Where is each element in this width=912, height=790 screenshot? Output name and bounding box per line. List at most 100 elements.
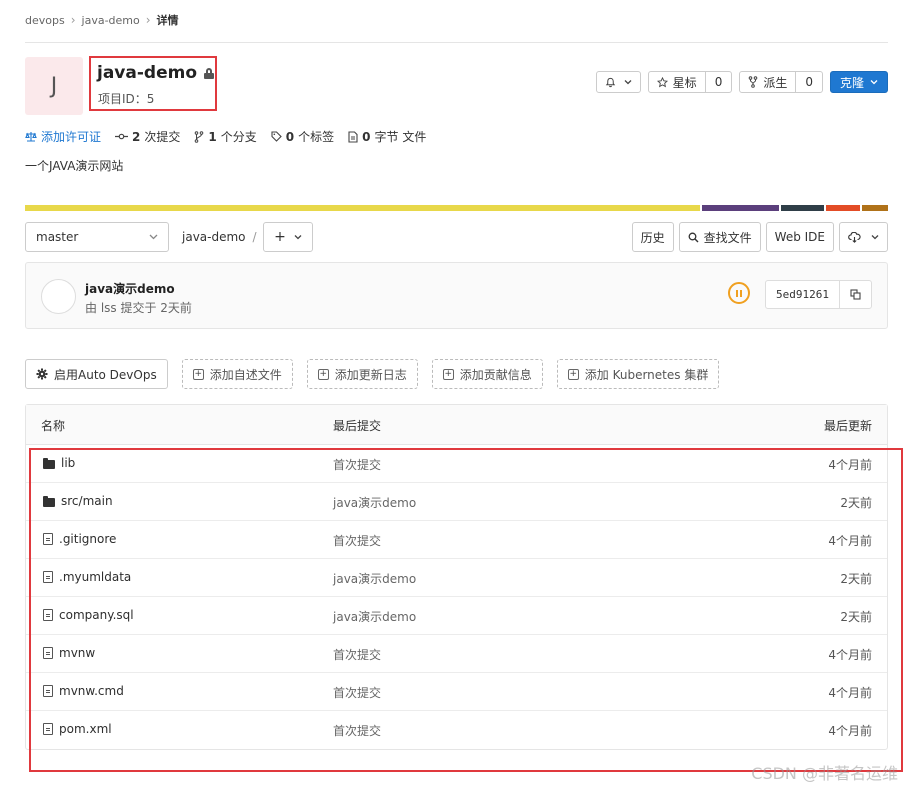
last-commit-panel: java演示demo 由 lss 提交于 2天前 5ed91261 — [25, 262, 888, 329]
file-icon — [348, 130, 358, 143]
plus-square-icon: + — [317, 368, 329, 380]
add-kubernetes-label: 添加 Kubernetes 集群 — [584, 367, 709, 382]
table-header: 名称 最后提交 最后更新 — [26, 405, 887, 445]
clone-label: 克隆 — [839, 75, 864, 90]
commit-message[interactable]: java演示demo — [85, 280, 175, 297]
project-description: 一个JAVA演示网站 — [25, 159, 124, 173]
repo-path: java-demo / — [182, 222, 264, 252]
commits-link[interactable]: 2 次提交 — [115, 128, 180, 145]
path-separator: / — [252, 230, 257, 244]
add-changelog-button[interactable]: + 添加更新日志 — [306, 359, 418, 389]
breadcrumb-group[interactable]: devops — [25, 14, 65, 27]
search-icon — [688, 232, 699, 242]
notification-dropdown[interactable] — [595, 71, 641, 93]
copy-icon — [850, 289, 861, 300]
chevron-down-icon — [294, 235, 302, 240]
repository-language-bar[interactable] — [25, 205, 889, 211]
chevron-down-icon — [149, 234, 158, 240]
watermark: CSDN @非著名运维 — [751, 764, 898, 783]
column-header-name: 名称 — [41, 419, 66, 433]
language-segment[interactable] — [862, 205, 889, 211]
breadcrumb-project[interactable]: java-demo — [82, 14, 140, 27]
header-divider — [25, 42, 888, 43]
column-header-last-update: 最后更新 — [823, 419, 872, 433]
toolbar-actions: 历史 查找文件 Web IDE — [631, 222, 888, 252]
project-stats: 添加许可证 2 次提交 1 个分支 0 个标签 0 字节 文件 — [25, 128, 426, 145]
history-button[interactable]: 历史 — [631, 222, 674, 252]
add-contributing-button[interactable]: + 添加贡献信息 — [431, 359, 543, 389]
plus-square-icon: + — [567, 368, 579, 380]
language-segment[interactable] — [826, 205, 861, 211]
tag-icon — [271, 131, 282, 142]
branch-icon — [195, 130, 204, 143]
language-segment[interactable] — [781, 205, 825, 211]
find-file-button[interactable]: 查找文件 — [678, 222, 761, 252]
plus-icon: + — [274, 229, 286, 245]
project-name: java-demo — [97, 63, 197, 83]
fork-button[interactable]: 派生 0 — [739, 71, 823, 93]
fork-label: 派生 — [763, 75, 788, 90]
chevron-down-icon — [871, 235, 879, 240]
add-changelog-label: 添加更新日志 — [334, 367, 407, 382]
star-icon — [656, 76, 668, 87]
breadcrumb: devops › java-demo › 详情 — [25, 12, 179, 28]
project-shortcuts: 启用Auto DevOps + 添加自述文件 + 添加更新日志 + 添加贡献信息… — [25, 359, 720, 389]
add-contributing-label: 添加贡献信息 — [459, 367, 532, 382]
project-id-value: 5 — [146, 92, 155, 106]
path-root-link[interactable]: java-demo — [182, 230, 246, 244]
commit-sha[interactable]: 5ed91261 — [765, 280, 840, 309]
tags-label: 个标签 — [298, 130, 335, 144]
commit-author-info: 由 lss 提交于 2天前 — [85, 301, 192, 315]
fork-icon — [749, 76, 758, 88]
tags-count: 0 — [285, 129, 295, 144]
pipeline-paused-icon[interactable] — [728, 282, 750, 304]
project-id-label: 项目ID： — [98, 92, 147, 106]
chevron-down-icon — [624, 80, 632, 85]
lock-icon — [204, 67, 214, 79]
clone-button[interactable]: 克隆 — [829, 71, 888, 93]
commits-label: 次提交 — [144, 130, 181, 144]
star-button[interactable]: 星标 0 — [647, 71, 733, 93]
add-readme-button[interactable]: + 添加自述文件 — [181, 359, 293, 389]
enable-auto-devops-button[interactable]: 启用Auto DevOps — [25, 359, 168, 389]
project-id: 项目ID：5 — [98, 90, 154, 107]
branch-selector[interactable]: master — [25, 222, 169, 252]
add-file-dropdown[interactable]: + — [263, 222, 313, 252]
star-count[interactable]: 0 — [704, 72, 732, 92]
size-count: 0 — [362, 129, 371, 144]
branches-label: 个分支 — [220, 130, 257, 144]
bell-icon — [605, 77, 615, 87]
author-avatar[interactable] — [41, 279, 76, 314]
star-label: 星标 — [672, 75, 697, 90]
gear-icon — [36, 368, 48, 380]
language-segment[interactable] — [25, 205, 701, 211]
add-license-label: 添加许可证 — [41, 130, 102, 144]
language-segment[interactable] — [702, 205, 780, 211]
branches-link[interactable]: 1 个分支 — [194, 128, 257, 145]
scale-icon — [25, 132, 37, 142]
size-label: 字节 文件 — [374, 130, 427, 144]
column-header-last-commit: 最后提交 — [333, 419, 382, 433]
project-avatar[interactable]: J — [25, 57, 83, 115]
copy-sha-button[interactable] — [839, 280, 872, 309]
plus-square-icon: + — [442, 368, 454, 380]
plus-square-icon: + — [192, 368, 204, 380]
download-icon — [848, 231, 861, 243]
add-license-link[interactable]: 添加许可证 — [25, 128, 101, 145]
download-dropdown[interactable] — [839, 222, 888, 252]
project-actions: 星标 0 派生 0 克隆 — [595, 71, 888, 93]
branches-count: 1 — [208, 129, 217, 144]
branch-name: master — [36, 230, 79, 244]
breadcrumb-current: 详情 — [156, 14, 179, 27]
tags-link[interactable]: 0 个标签 — [271, 128, 334, 145]
repo-toolbar: master java-demo / + 历史 查找文件 Web IDE — [25, 222, 888, 252]
commits-count: 2 — [132, 129, 141, 144]
add-kubernetes-button[interactable]: + 添加 Kubernetes 集群 — [556, 359, 720, 389]
add-readme-label: 添加自述文件 — [209, 367, 282, 382]
storage-size: 0 字节 文件 — [348, 128, 426, 145]
web-ide-button[interactable]: Web IDE — [765, 222, 834, 252]
fork-count[interactable]: 0 — [795, 72, 822, 92]
page-title: java-demo — [97, 63, 214, 83]
auto-devops-label: 启用Auto DevOps — [54, 367, 157, 382]
commit-icon — [115, 133, 129, 140]
